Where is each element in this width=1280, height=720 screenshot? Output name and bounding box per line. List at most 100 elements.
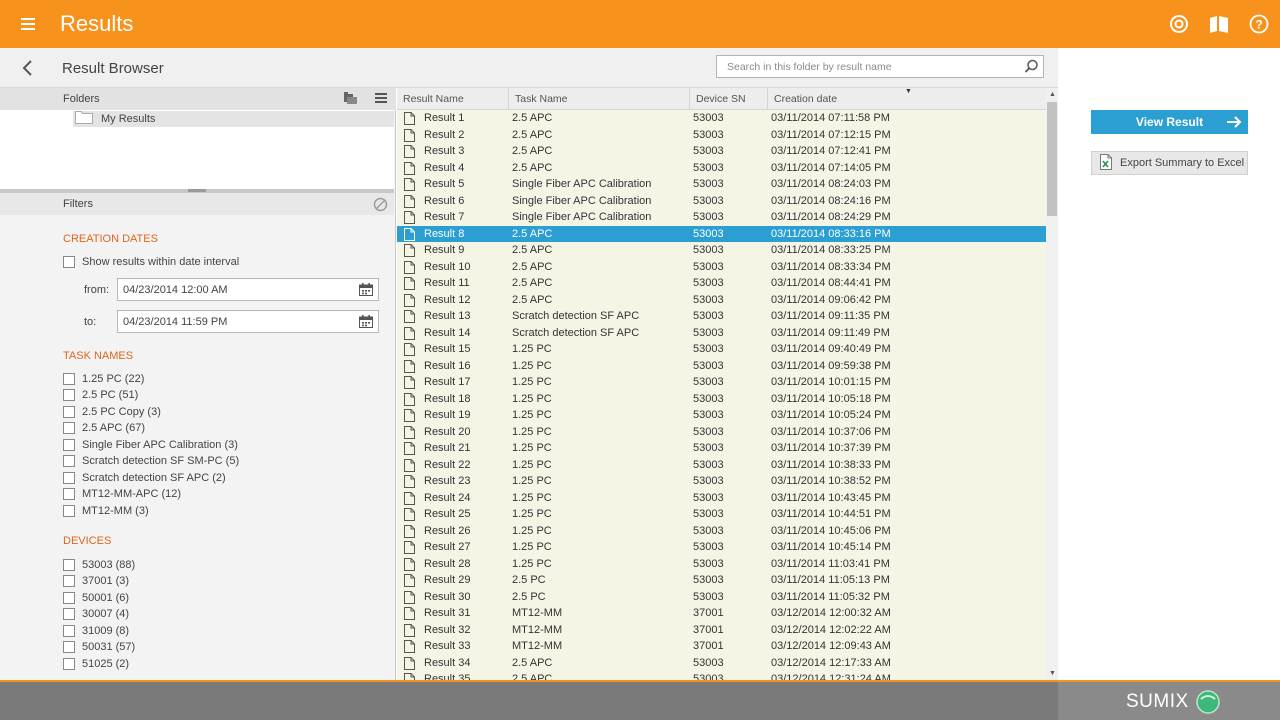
device-filter-checkbox[interactable] (63, 624, 75, 637)
table-row[interactable]: Result 20 1.25 PC 53003 03/11/2014 10:37:06… (397, 423, 1046, 440)
folder-menu-icon[interactable] (375, 92, 387, 107)
device-filter-checkbox[interactable] (63, 591, 75, 604)
device-filter-item[interactable]: 31009 (8) (63, 623, 129, 638)
scrollbar-thumb[interactable] (1047, 102, 1057, 216)
to-date-field[interactable]: 04/23/2014 11:59 PM (117, 310, 379, 333)
table-row[interactable]: Result 17 1.25 PC 53003 03/11/2014 10:01:15… (397, 374, 1046, 391)
scroll-up-icon[interactable]: ▲ (1049, 91, 1056, 98)
new-folder-icon[interactable] (344, 92, 358, 108)
task-filter-item[interactable]: Scratch detection SF SM-PC (5) (63, 454, 239, 469)
table-row[interactable]: Result 30 2.5 PC 53003 03/11/2014 11:05:32 … (397, 588, 1046, 605)
task-filter-checkbox[interactable] (63, 422, 75, 434)
table-row[interactable]: Result 34 2.5 APC 53003 03/12/2014 12:17:33… (397, 654, 1046, 671)
result-name-cell: Result 23 (424, 475, 471, 487)
task-filter-checkbox[interactable] (63, 372, 75, 385)
table-row[interactable]: Result 26 1.25 PC 53003 03/11/2014 10:45:06… (397, 522, 1046, 539)
table-row[interactable]: Result 21 1.25 PC 53003 03/11/2014 10:37:39… (397, 440, 1046, 457)
help-icon[interactable]: ? (1248, 13, 1270, 35)
table-row[interactable]: Result 3 2.5 APC 53003 03/11/2014 07:12:41 … (397, 143, 1046, 160)
device-filter-item[interactable]: 53003 (88) (63, 557, 135, 572)
table-row[interactable]: Result 5 Single Fiber APC Calibration 5300… (397, 176, 1046, 193)
table-row[interactable]: Result 2 2.5 APC 53003 03/11/2014 07:12:15 … (397, 126, 1046, 143)
task-filter-item[interactable]: MT12-MM-APC (12) (63, 487, 181, 502)
table-row[interactable]: Result 16 1.25 PC 53003 03/11/2014 09:59:38… (397, 357, 1046, 374)
from-date-field[interactable]: 04/23/2014 12:00 AM (117, 278, 379, 301)
task-filter-item[interactable]: 2.5 PC (51) (63, 388, 138, 403)
search-icon[interactable] (1024, 59, 1039, 77)
task-filter-checkbox[interactable] (63, 471, 75, 484)
table-row[interactable]: Result 25 1.25 PC 53003 03/11/2014 10:44:51… (397, 506, 1046, 523)
table-row[interactable]: Result 35 2.5 APC 53003 03/12/2014 12:31:24… (397, 671, 1046, 680)
device-filter-item[interactable]: 37001 (3) (63, 574, 129, 589)
table-row[interactable]: Result 24 1.25 PC 53003 03/11/2014 10:43:45… (397, 489, 1046, 506)
back-arrow-icon[interactable] (18, 58, 38, 78)
task-filter-label: MT12-MM-APC (12) (82, 488, 182, 500)
table-row[interactable]: Result 15 1.25 PC 53003 03/11/2014 09:40:49… (397, 341, 1046, 358)
table-row[interactable]: Result 10 2.5 APC 53003 03/11/2014 08:33:34… (397, 258, 1046, 275)
table-row[interactable]: Result 14 Scratch detection SF APC 53003 03… (397, 324, 1046, 341)
task-filter-checkbox[interactable] (63, 389, 75, 401)
task-filter-item[interactable]: 1.25 PC (22) (63, 371, 144, 386)
table-row[interactable]: Result 19 1.25 PC 53003 03/11/2014 10:05:24… (397, 407, 1046, 424)
table-row[interactable]: Result 4 2.5 APC 53003 03/11/2014 07:14:05 … (397, 159, 1046, 176)
table-row[interactable]: Result 6 Single Fiber APC Calibration 5300… (397, 192, 1046, 209)
device-filter-item[interactable]: 51025 (2) (63, 656, 129, 671)
device-filter-item[interactable]: 50001 (6) (63, 590, 129, 605)
vertical-scrollbar[interactable]: ▲ ▼ (1046, 88, 1058, 680)
device-filter-checkbox[interactable] (63, 657, 75, 670)
task-filter-checkbox[interactable] (63, 455, 75, 467)
task-filter-item[interactable]: 2.5 APC (67) (63, 421, 145, 436)
view-result-button[interactable]: View Result (1091, 110, 1248, 134)
table-row[interactable]: Result 13 Scratch detection SF APC 53003 03… (397, 308, 1046, 325)
table-row[interactable]: Result 33 MT12-MM 37001 03/12/2014 12:09:43… (397, 638, 1046, 655)
calendar-icon[interactable] (359, 315, 373, 331)
column-header-result-name[interactable]: Result Name (397, 88, 509, 110)
table-row[interactable]: Result 23 1.25 PC 53003 03/11/2014 10:38:52… (397, 473, 1046, 490)
task-filter-item[interactable]: MT12-MM (3) (63, 503, 149, 518)
table-row[interactable]: Result 29 2.5 PC 53003 03/11/2014 11:05:13 … (397, 572, 1046, 589)
result-name-cell: Result 20 (424, 425, 471, 438)
menu-icon[interactable] (0, 0, 56, 48)
table-row[interactable]: Result 28 1.25 PC 53003 03/11/2014 11:03:41… (397, 555, 1046, 572)
task-filter-checkbox[interactable] (63, 488, 75, 500)
date-interval-checkbox-row[interactable]: Show results within date interval (63, 254, 239, 269)
table-row[interactable]: Result 11 2.5 APC 53003 03/11/2014 08:44:41… (397, 275, 1046, 292)
device-filter-checkbox[interactable] (63, 558, 75, 571)
creation-date-cell: 03/11/2014 11:05:13 PM (771, 574, 890, 586)
brand-name: SUMIX (1126, 691, 1189, 712)
table-row[interactable]: Result 32 MT12-MM 37001 03/12/2014 12:02:22… (397, 621, 1046, 638)
column-header-task-name[interactable]: Task Name (509, 88, 690, 110)
export-summary-button[interactable]: Export Summary to Excel (1091, 151, 1248, 175)
table-row[interactable]: Result 31 MT12-MM 37001 03/12/2014 12:00:32… (397, 605, 1046, 622)
book-icon[interactable] (1208, 13, 1230, 35)
folder-item-my-results[interactable]: My Results (73, 111, 394, 127)
table-row-selected[interactable]: Result 8 2.5 APC 53003 03/11/2014 08:33:16 … (397, 225, 1046, 242)
search-input[interactable] (717, 56, 1017, 77)
device-filter-checkbox[interactable] (63, 641, 75, 653)
task-filter-item[interactable]: Scratch detection SF APC (2) (63, 470, 226, 485)
device-filter-item[interactable]: 50031 (57) (63, 640, 135, 655)
table-row[interactable]: Result 9 2.5 APC 53003 03/11/2014 08:33:25 … (397, 242, 1046, 259)
clear-filters-icon[interactable] (373, 197, 388, 215)
column-header-device-sn[interactable]: Device SN (690, 88, 768, 110)
left-pane: Folders My Results Filters CREATION DATE… (0, 88, 396, 680)
calendar-icon[interactable] (359, 283, 373, 299)
task-name-cell: 1.25 PC (512, 359, 552, 372)
device-filter-item[interactable]: 30007 (4) (63, 607, 129, 622)
table-row[interactable]: Result 12 2.5 APC 53003 03/11/2014 09:06:42… (397, 291, 1046, 308)
date-interval-checkbox[interactable] (63, 255, 75, 268)
task-filter-item[interactable]: Single Fiber APC Calibration (3) (63, 437, 238, 452)
task-filter-checkbox[interactable] (63, 504, 75, 517)
table-row[interactable]: Result 22 1.25 PC 53003 03/11/2014 10:38:33… (397, 456, 1046, 473)
device-filter-checkbox[interactable] (63, 575, 75, 587)
settings-icon[interactable] (1168, 13, 1190, 35)
task-filter-checkbox[interactable] (63, 405, 75, 418)
table-row[interactable]: Result 27 1.25 PC 53003 03/11/2014 10:45:14… (397, 539, 1046, 556)
device-filter-checkbox[interactable] (63, 608, 75, 620)
table-row[interactable]: Result 7 Single Fiber APC Calibration 5300… (397, 209, 1046, 226)
table-row[interactable]: Result 1 2.5 APC 53003 03/11/2014 07:11:58 … (397, 110, 1046, 127)
task-filter-checkbox[interactable] (63, 438, 75, 451)
table-row[interactable]: Result 18 1.25 PC 53003 03/11/2014 10:05:18… (397, 390, 1046, 407)
scroll-down-icon[interactable]: ▼ (1049, 670, 1056, 677)
task-filter-item[interactable]: 2.5 PC Copy (3) (63, 404, 161, 419)
